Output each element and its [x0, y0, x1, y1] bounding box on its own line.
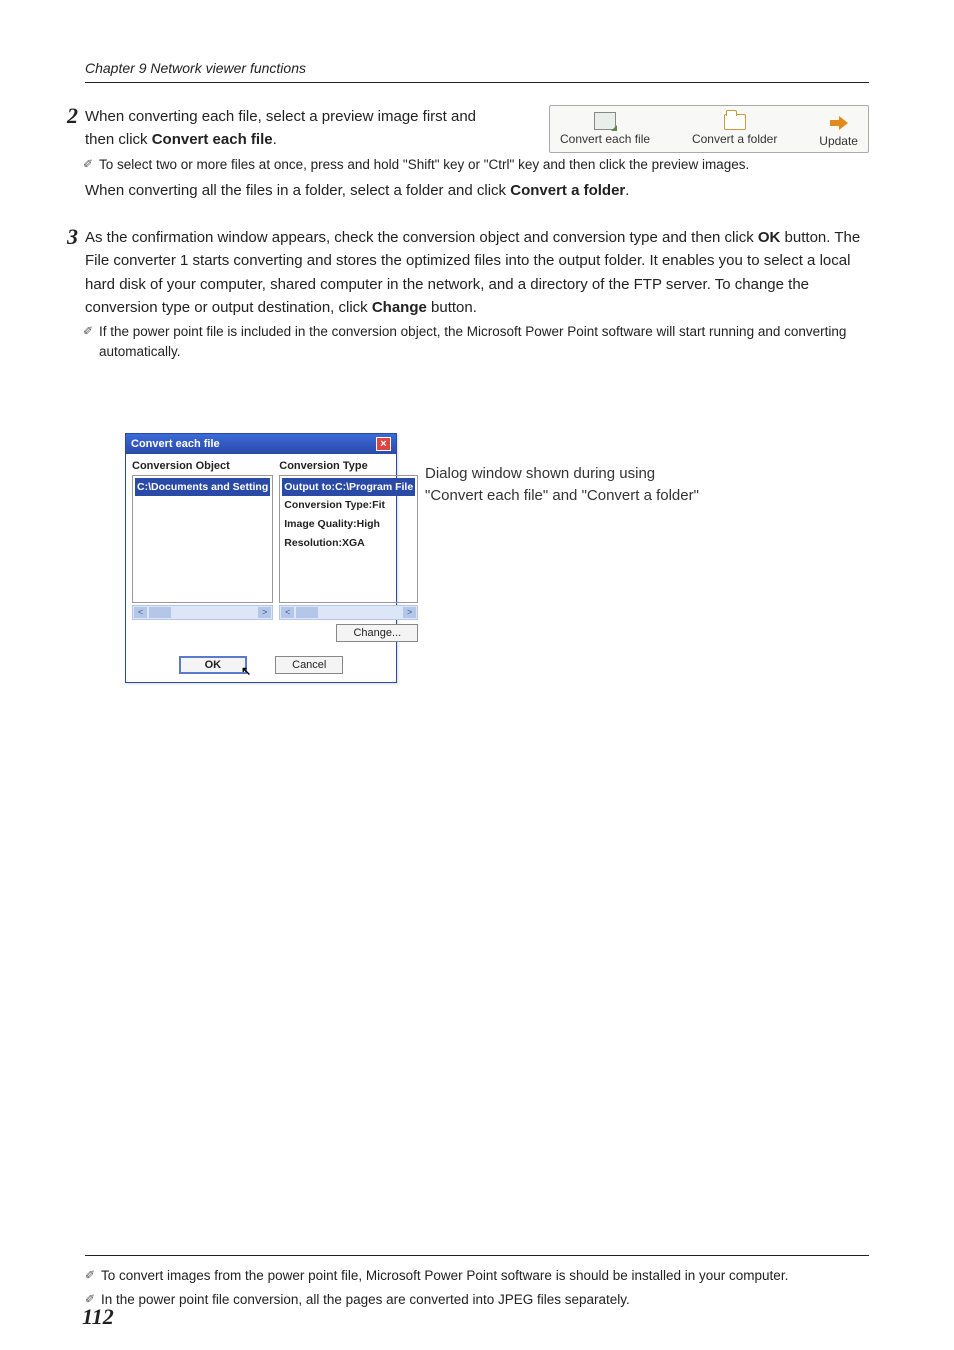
ok-button[interactable]: OK ↖: [179, 656, 248, 674]
convert-a-folder-button-label: Convert a folder: [692, 132, 777, 146]
update-button-label: Update: [819, 134, 858, 148]
step-3-p-a: As the confirmation window appears, chec…: [85, 229, 758, 246]
step-2-block: 2 When converting each file, select a pr…: [85, 105, 869, 202]
step-3-p-e: button.: [427, 299, 477, 316]
step-2-line2: When converting all the files in a folde…: [85, 179, 869, 202]
ok-button-label: OK: [205, 659, 222, 671]
conversion-object-header: Conversion Object: [132, 460, 273, 472]
change-button[interactable]: Change...: [336, 624, 418, 642]
dialog-caption: Dialog window shown during using "Conver…: [425, 463, 699, 508]
conversion-object-column: Conversion Object C:\Documents and Setti…: [132, 460, 273, 642]
resolution-row[interactable]: Resolution:XGA: [282, 534, 415, 553]
arrow-right-icon: [828, 114, 850, 132]
convert-each-file-label: Convert each file: [152, 131, 273, 148]
conversion-type-header: Conversion Type: [279, 460, 418, 472]
convert-a-folder-label: Convert a folder: [510, 182, 625, 199]
convert-each-file-button-label: Convert each file: [560, 132, 650, 146]
step-3-paragraph: As the confirmation window appears, chec…: [85, 226, 869, 319]
folder-icon: [724, 114, 746, 130]
scroll-right-icon[interactable]: >: [258, 607, 271, 618]
toolbar-screenshot: Convert each file Convert a folder Updat…: [549, 105, 869, 153]
ok-bold: OK: [758, 229, 781, 246]
step-2-line2-post: .: [625, 182, 629, 199]
scroll-right-icon-2[interactable]: >: [403, 607, 416, 618]
page: Chapter 9 Network viewer functions 2 Whe…: [0, 0, 954, 1350]
dialog-title-text: Convert each file: [131, 438, 220, 450]
scroll-left-icon-2[interactable]: <: [281, 607, 294, 618]
conversion-object-item[interactable]: C:\Documents and Setting: [135, 478, 270, 497]
footnote-1: To convert images from the power point f…: [85, 1266, 869, 1286]
footer-area: To convert images from the power point f…: [85, 1255, 869, 1315]
scroll-thumb[interactable]: [149, 607, 171, 618]
dialog-area: Convert each file × Conversion Object C:…: [125, 433, 869, 683]
step-2-note: To select two or more files at once, pre…: [99, 155, 869, 175]
update-button[interactable]: Update: [819, 112, 858, 148]
horizontal-scrollbar-2[interactable]: < >: [279, 605, 418, 620]
chapter-header: Chapter 9 Network viewer functions: [85, 60, 869, 83]
convert-each-file-button[interactable]: Convert each file: [560, 112, 650, 148]
change-bold: Change: [372, 299, 427, 316]
convert-each-file-dialog: Convert each file × Conversion Object C:…: [125, 433, 397, 683]
conversion-type-list[interactable]: Output to:C:\Program File Conversion Typ…: [279, 475, 418, 603]
step-3-number: 3: [67, 224, 78, 250]
convert-a-folder-button[interactable]: Convert a folder: [692, 112, 777, 148]
horizontal-scrollbar[interactable]: < >: [132, 605, 273, 620]
scroll-thumb-2[interactable]: [296, 607, 318, 618]
output-to-row[interactable]: Output to:C:\Program File: [282, 478, 415, 497]
footer-rule: [85, 1255, 869, 1256]
footnote-2: In the power point file conversion, all …: [85, 1290, 869, 1310]
cancel-button[interactable]: Cancel: [275, 656, 343, 674]
dialog-titlebar: Convert each file ×: [126, 434, 396, 454]
dialog-body: Conversion Object C:\Documents and Setti…: [126, 454, 396, 682]
conversion-type-row[interactable]: Conversion Type:Fit: [282, 496, 415, 515]
step-2-number: 2: [67, 103, 78, 129]
conversion-object-list[interactable]: C:\Documents and Setting: [132, 475, 273, 603]
step-2-line1-pre: When converting each file, select a prev…: [85, 108, 476, 148]
step-2-line1-post: .: [273, 131, 277, 148]
image-file-icon: [594, 112, 616, 130]
page-number: 112: [82, 1304, 114, 1330]
dialog-caption-line1: Dialog window shown during using: [425, 463, 699, 486]
close-icon[interactable]: ×: [376, 437, 391, 451]
step-3-block: 3 As the confirmation window appears, ch…: [85, 226, 869, 363]
conversion-type-column: Conversion Type Output to:C:\Program Fil…: [279, 460, 418, 642]
cursor-icon: ↖: [241, 664, 251, 678]
dialog-caption-line2: "Convert each file" and "Convert a folde…: [425, 485, 699, 508]
scroll-left-icon[interactable]: <: [134, 607, 147, 618]
step-2-line2-pre: When converting all the files in a folde…: [85, 182, 510, 199]
image-quality-row[interactable]: Image Quality:High: [282, 515, 415, 534]
step-2-line1: When converting each file, select a prev…: [85, 105, 505, 152]
step-3-note: If the power point file is included in t…: [99, 322, 869, 363]
